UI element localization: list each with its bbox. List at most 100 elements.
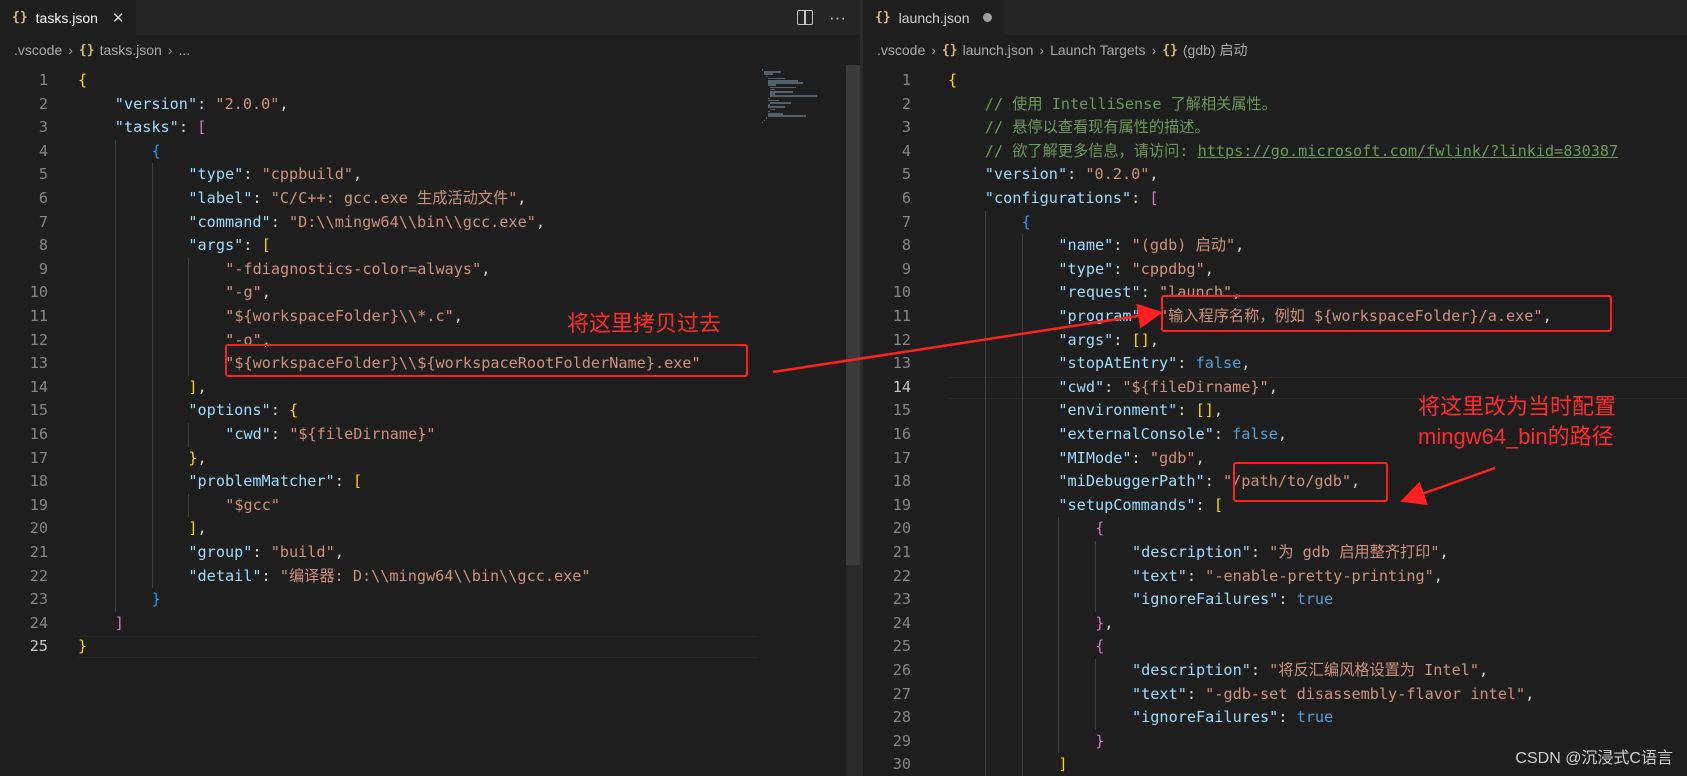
breadcrumb-item[interactable]: tasks.json [100,42,162,58]
code-editor[interactable]: 1{2 "version": "2.0.0", 3 "tasks": [4{5 "typ… [0,65,860,776]
code-line[interactable]: "-g", [225,281,271,305]
indent-guide [984,470,986,494]
code-line[interactable]: "detail": "编译器: D:\\mingw64\\bin\\gcc.ex… [188,565,590,589]
code-token: "group" [188,543,253,561]
code-line[interactable]: { [948,69,957,93]
indent-guide [1058,541,1060,565]
code-line[interactable]: "label": "C/C++: gcc.exe 生成活动文件", [188,187,526,211]
close-icon[interactable]: ✕ [112,9,125,27]
split-editor-icon[interactable] [797,10,814,25]
code-line[interactable]: { [1095,635,1104,659]
code-line[interactable]: "cwd": "${fileDirname}" [225,423,435,447]
code-line[interactable]: "group": "build", [188,541,343,565]
more-actions-icon[interactable]: ··· [829,8,846,28]
breadcrumb-item[interactable]: .vscode [877,42,925,58]
code-line[interactable]: "tasks": [ [115,116,206,140]
code-token: true [1296,590,1334,609]
tab-launch-json[interactable]: {} launch.json [863,0,1005,35]
code-token: , [1195,448,1205,467]
code-line[interactable]: ], [188,376,206,400]
code-line[interactable]: "text": "-gdb-set disassembly-flavor int… [1132,683,1534,707]
indent-guide [984,753,986,776]
line-number: 1 [901,71,911,89]
breadcrumb-item[interactable]: launch.json [963,42,1034,58]
code-line[interactable]: { [1022,211,1031,235]
code-line[interactable]: { [1095,517,1104,541]
code-line[interactable]: "stopAtEntry": false, [1058,352,1250,376]
code-token: : [197,94,216,113]
hyperlink[interactable]: https://go.microsoft.com/fwlink/?linkid=… [1198,142,1619,160]
code-line[interactable]: "version": "2.0.0", [115,93,289,117]
scrollbar-thumb[interactable] [846,65,860,565]
indent-guide [984,234,986,258]
code-token: "args" [1058,330,1114,349]
vertical-scrollbar[interactable] [846,65,860,776]
indent-guide [151,423,153,447]
code-line[interactable]: { [152,140,161,164]
code-line[interactable]: } [78,635,87,659]
code-line[interactable]: "args": [], [1058,329,1159,353]
code-line[interactable]: "version": "0.2.0", [985,163,1159,187]
code-line[interactable]: "setupCommands": [ [1058,494,1223,518]
code-token: "command" [188,212,271,231]
code-line[interactable]: "environment": [], [1058,399,1223,423]
code-line[interactable]: "-fdiagnostics-color=always", [225,258,490,282]
code-line[interactable]: "type": "cppdbg", [1058,258,1213,282]
code-token: , [535,212,546,231]
code-token: "cwd" [1058,377,1105,396]
code-line[interactable]: "text": "-enable-pretty-printing", [1132,565,1443,589]
indent-guide [114,352,116,376]
code-token: "C/C++: gcc.exe 生成活动文件" [270,189,518,207]
code-line[interactable]: // 欲了解更多信息，请访问: https://go.microsoft.com… [985,140,1618,164]
code-line[interactable]: "${workspaceFolder}\\*.c", [225,305,463,329]
code-line[interactable]: } [1095,730,1104,754]
code-token: [] [1131,330,1150,349]
code-line[interactable]: }, [188,447,206,471]
code-line[interactable]: // 使用 IntelliSense 了解相关属性。 [985,93,1277,117]
code-token: "miDebuggerPath" [1058,472,1205,491]
code-line[interactable]: "options": { [188,399,298,423]
code-line[interactable]: "$gcc" [225,494,280,518]
code-line[interactable]: "type": "cppbuild", [188,163,362,187]
line-number: 5 [38,165,48,184]
code-line[interactable]: "name": "(gdb) 启动", [1058,234,1244,258]
highlight-box-copy-source [225,344,748,377]
current-line-highlight [78,636,758,659]
code-line[interactable]: "MIMode": "gdb", [1058,447,1204,471]
code-line[interactable]: "ignoreFailures": true [1132,588,1333,612]
code-line[interactable]: "problemMatcher": [ [188,470,362,494]
indent-guide [1095,541,1097,565]
code-token: "request" [1058,283,1141,302]
code-line[interactable]: "description": "将反汇编风格设置为 Intel", [1132,659,1488,683]
indent-guide [114,517,116,541]
code-line[interactable]: "configurations": [ [985,187,1159,211]
code-line[interactable]: ], [188,517,206,541]
unsaved-dot-icon[interactable] [983,13,993,22]
code-line[interactable]: // 悬停以查看现有属性的描述。 [985,116,1210,140]
code-token: "environment" [1058,401,1178,420]
line-number: 11 [892,307,911,325]
code-line[interactable]: }, [1095,612,1113,636]
code-line[interactable]: "args": [ [188,234,270,258]
indent-guide [1021,375,1023,400]
breadcrumb-item[interactable]: .vscode [14,42,62,58]
code-line[interactable]: ] [115,612,124,636]
code-token: , [453,307,463,325]
code-line[interactable]: ] [1058,753,1067,776]
breadcrumb-item[interactable]: (gdb) 启动 [1183,40,1248,60]
breadcrumb-item[interactable]: Launch Targets [1050,42,1145,58]
code-line[interactable]: "cwd": "${fileDirname}", [1058,376,1277,400]
code-line[interactable]: "description": "为 gdb 启用整齐打印", [1132,541,1449,565]
code-line[interactable]: "ignoreFailures": true [1132,706,1333,730]
indent-guide [1021,682,1023,707]
tab-tasks-json[interactable]: {} tasks.json ✕ [0,0,137,35]
minimap[interactable] [762,65,850,776]
code-line[interactable]: { [78,69,87,93]
code-token: : [261,566,280,585]
code-line[interactable]: "command": "D:\\mingw64\\bin\\gcc.exe", [188,211,545,235]
code-editor[interactable]: 1 {2 // 使用 IntelliSense 了解相关属性。 3 // 悬停以查看现有… [863,65,1687,776]
breadcrumb-item[interactable]: ... [179,42,191,58]
code-line[interactable]: "externalConsole": false, [1058,423,1287,447]
code-line[interactable]: } [152,588,161,612]
code-token: "description" [1132,661,1251,679]
